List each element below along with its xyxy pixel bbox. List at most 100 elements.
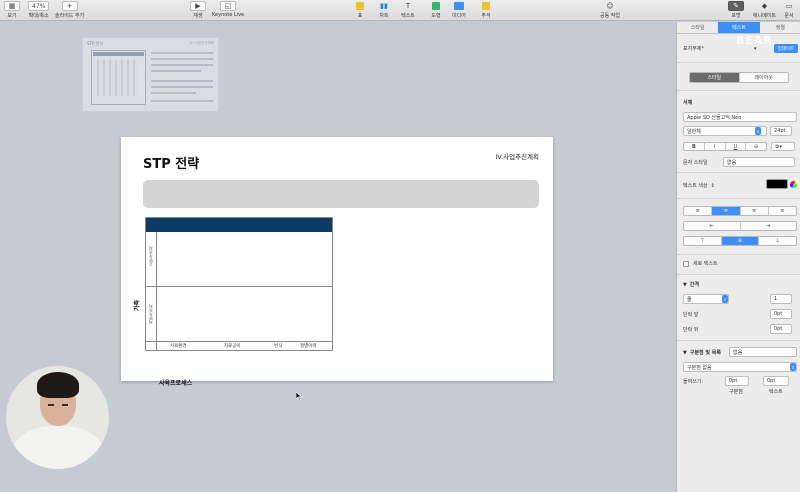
x-axis-label: 사육프로세스 [159,380,193,387]
chevron-updown-icon[interactable]: ⇕ [722,295,728,303]
play-icon: ▶ [190,1,206,11]
shape-icon [428,1,444,11]
column-label: 자료공이 [224,344,241,349]
text-button[interactable]: T 텍스트 [400,1,416,20]
format-button[interactable]: ✎ 포맷 [728,1,744,20]
text-style-buttons[interactable]: B I U ⊖ [683,142,767,151]
row-label: 저부가가치 [148,304,153,324]
document-button[interactable]: ▭ 문서 [781,1,797,20]
font-family-select[interactable]: Apple SD 산돌고딕 Neo [683,112,797,122]
advanced-options-button[interactable]: ⚙▾ [771,142,795,151]
chart-button[interactable]: ▮▮ 차트 [376,1,392,20]
vertical-text-checkbox[interactable]: 세로 텍스트 [683,260,795,267]
animate-icon: ◆ [761,2,768,10]
ghost-text-line [151,64,213,66]
ghost-text-line [151,100,213,102]
bold-button[interactable]: B [684,143,705,150]
view-button[interactable]: ▦ 보기 [4,1,20,20]
table-icon [352,1,368,11]
zoom-button[interactable]: 47% 확대/축소 [28,1,50,20]
ghost-text-line [151,92,196,94]
vertical-align-segment[interactable]: ⊤ ⊕ ⊥ [683,236,797,246]
decrease-indent-icon[interactable]: ⇤ [684,222,741,230]
ghost-header [93,52,144,56]
segment-layout[interactable]: 레이아웃 [740,73,789,82]
gear-icon: ⚙▾ [775,143,782,150]
italic-button[interactable]: I [705,143,726,150]
divider [677,340,800,341]
slide[interactable]: STP 전략 IV.사업추진계획 고부가가치 저부가가치 사육환경 자료공이 번… [121,137,553,387]
checkbox-icon[interactable] [683,260,689,267]
strikethrough-icon[interactable]: ⊖ [746,143,766,150]
chevron-down-icon: ▾ [753,45,757,52]
media-icon [451,1,467,11]
media-button[interactable]: 미디어 [451,1,467,20]
ghost-text-line [151,86,213,88]
table-button[interactable]: 표 [352,1,368,20]
text-indent-field[interactable]: 0pt [763,376,789,386]
live-icon: ◱ [220,1,237,11]
text-icon: T [405,2,411,10]
collaborate-icon: ☺ [606,2,614,10]
table-divider [156,232,157,351]
document-icon: ▭ [785,2,793,10]
increase-indent-icon[interactable]: ⇥ [741,222,797,230]
comment-button[interactable]: 주석 [478,1,494,20]
shape-button[interactable]: 도형 [428,1,444,20]
before-paragraph-field[interactable]: 0pt [770,309,792,319]
disclosure-triangle-icon: ▼ [683,349,687,356]
add-slide-button[interactable]: + 슬라이드 추가 [55,1,84,20]
presenter-hair [37,372,79,398]
presenter-eye [62,404,68,406]
collaborate-button[interactable]: ☺ 공동 작업 [600,1,620,20]
divider [677,172,800,173]
align-bottom-icon[interactable]: ⊥ [759,237,796,245]
divider [677,254,800,255]
indent-segment[interactable]: ⇤ ⇥ [683,221,797,231]
align-center-icon[interactable]: ≡ [712,207,741,215]
text-color-swatch[interactable] [766,179,788,189]
animate-button[interactable]: ◆ 애니메이트 [753,1,776,20]
keynote-live-button[interactable]: ◱ Keynote Live [212,1,244,20]
tab-arrange[interactable]: 정렬 [760,22,800,33]
chevron-updown-icon[interactable]: ⇕ [790,363,796,371]
list-style-select[interactable]: 없음 [729,347,797,357]
inspector-tabs: 스타일 텍스트 정렬 [677,22,800,34]
subtitle-placeholder-box[interactable] [143,180,539,208]
disclosure-triangle-icon: ▼ [683,281,687,288]
table-divider [146,341,332,342]
tab-text[interactable]: 텍스트 [718,22,760,33]
chevron-updown-icon: ⇕ [710,182,715,189]
align-left-icon[interactable]: ≡ [684,207,713,215]
play-button[interactable]: ▶ 재생 [190,1,206,20]
align-middle-icon[interactable]: ⊕ [721,237,760,245]
segment-style[interactable]: 스타일 [690,73,740,82]
divider [677,198,800,199]
zoom-select[interactable]: 47% [28,1,50,11]
plus-icon: + [61,1,78,11]
line-spacing-field[interactable]: 1 [770,294,792,304]
slide-title[interactable]: STP 전략 [143,153,199,172]
bullet-indent-field[interactable]: 0pt [725,376,749,386]
chevron-updown-icon[interactable]: ⇕ [755,127,761,135]
after-paragraph-field[interactable]: 0pt [770,324,792,334]
slide-section-label[interactable]: IV.사업추진계획 [496,151,539,161]
bullet-type-select[interactable]: 구분점 없음 [683,362,797,372]
align-right-icon[interactable]: ≡ [741,207,769,215]
divider [677,90,800,91]
align-top-icon[interactable]: ⊤ [684,237,722,245]
character-style-select[interactable]: 없음 [723,157,795,167]
font-size-field[interactable]: 24pt [770,126,792,136]
alignment-segment[interactable]: ≡ ≡ ≡ ≡ [683,206,797,216]
tab-style[interactable]: 스타일 [677,22,718,33]
text-indent-caption: 텍스트 [769,389,783,395]
slide-canvas[interactable]: STP 전략 IV. 사업추진계획 STP 전략 IV.사업추진계획 고부가가치… [0,22,676,492]
webcam-overlay [6,366,109,469]
underline-button[interactable]: U [726,143,747,150]
spacing-section-toggle[interactable]: ▼ 간격 [683,281,795,289]
matrix-table[interactable]: 고부가가치 저부가가치 사육환경 자료공이 번식 질병이력 [145,217,333,351]
style-layout-segment[interactable]: 스타일 레이아웃 [689,72,789,83]
update-style-button[interactable]: 업데이트 [774,44,798,53]
align-justify-icon[interactable]: ≡ [769,207,796,215]
color-wheel-icon[interactable] [790,181,797,188]
